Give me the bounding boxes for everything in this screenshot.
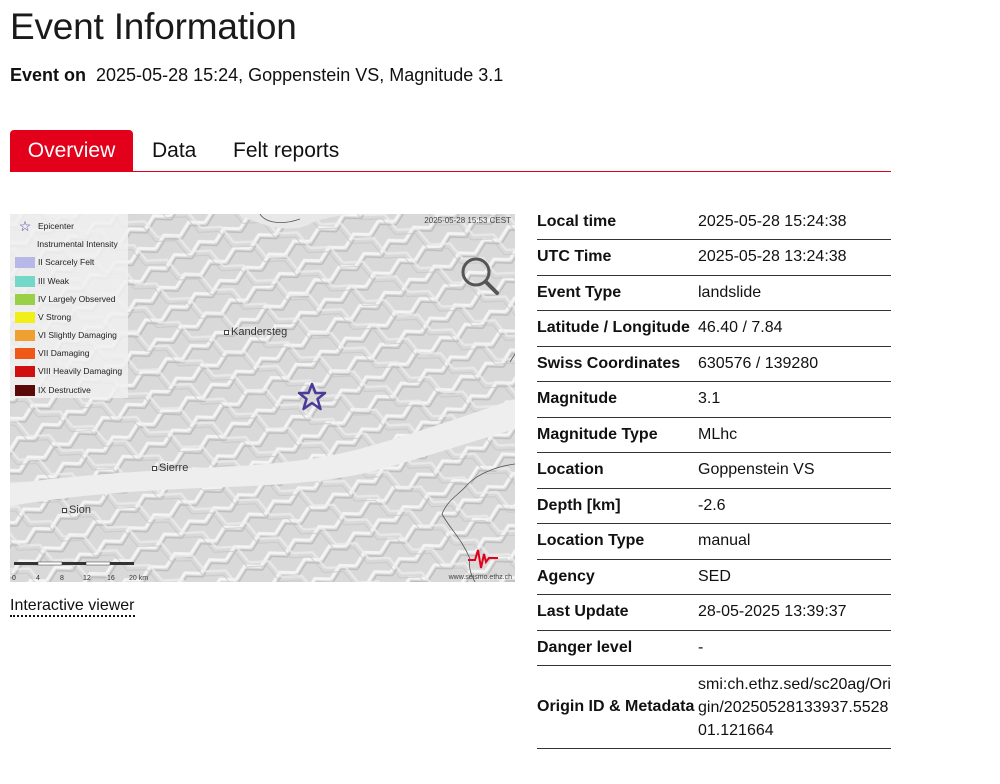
table-row: Location Goppenstein VS: [537, 452, 891, 489]
detail-key: Location: [537, 452, 698, 489]
legend-swatch: [15, 384, 35, 396]
legend-intensity-title: Instrumental Intensity: [37, 239, 118, 249]
table-row: Location Type manual: [537, 523, 891, 560]
scale-tick: 4: [36, 575, 40, 582]
legend-swatch: [15, 347, 35, 359]
tab-data[interactable]: Data: [152, 130, 196, 171]
detail-key: Event Type: [537, 275, 698, 311]
legend-item: III Weak: [15, 275, 69, 287]
detail-key: Latitude / Longitude: [537, 310, 698, 347]
legend-swatch: [15, 256, 35, 268]
detail-key: Magnitude: [537, 381, 698, 418]
epicenter-star-icon: [297, 382, 327, 411]
legend-item: IX Destructive: [15, 384, 91, 396]
detail-key: Magnitude Type: [537, 417, 698, 453]
detail-value: 2025-05-28 13:24:38: [698, 239, 891, 276]
detail-value: Goppenstein VS: [698, 452, 891, 489]
magnifier-icon[interactable]: [460, 256, 500, 296]
map-legend: ☆ Epicenter Instrumental Intensity II Sca…: [10, 214, 128, 398]
table-row: UTC Time 2025-05-28 13:24:38: [537, 239, 891, 276]
table-row: Swiss Coordinates 630576 / 139280: [537, 346, 891, 382]
legend-swatch: [15, 275, 35, 287]
event-label: Event on: [10, 65, 87, 85]
scale-tick: 16: [107, 575, 115, 582]
table-row: Origin ID & Metadata smi:ch.ethz.sed/sc20…: [537, 665, 891, 749]
detail-value: landslide: [698, 275, 891, 311]
detail-key: UTC Time: [537, 239, 698, 276]
intensity-map[interactable]: ☆ Epicenter Instrumental Intensity II Sca…: [10, 214, 515, 582]
place-sierre: Sierre: [152, 462, 188, 474]
detail-key: Danger level: [537, 630, 698, 666]
place-kandersteg: Kandersteg: [224, 326, 287, 338]
map-timestamp: 2025-05-28 15:53 CEST: [424, 216, 511, 225]
detail-value: 3.1: [698, 381, 891, 418]
event-details-table: Local time 2025-05-28 15:24:38 UTC Time 20…: [537, 204, 891, 749]
map-credit: www.seismo.ethz.ch: [448, 574, 512, 581]
detail-value: -2.6: [698, 488, 891, 524]
table-row: Latitude / Longitude 46.40 / 7.84: [537, 310, 891, 347]
detail-value: 46.40 / 7.84: [698, 310, 891, 347]
tab-overview[interactable]: Overview: [10, 130, 133, 171]
scale-tick: 12: [83, 575, 91, 582]
legend-item: IV Largely Observed: [15, 293, 115, 305]
legend-epicenter: ☆ Epicenter: [15, 218, 74, 234]
legend-swatch: [15, 293, 35, 305]
detail-key: Depth [km]: [537, 488, 698, 524]
legend-item: V Strong: [15, 311, 71, 323]
detail-value: MLhc: [698, 417, 891, 453]
detail-key: Agency: [537, 559, 698, 595]
detail-value: manual: [698, 523, 891, 560]
page-title: Event Information: [10, 6, 297, 47]
table-row: Danger level -: [537, 630, 891, 666]
detail-key: Origin ID & Metadata: [537, 665, 698, 749]
star-icon: ☆: [18, 218, 32, 234]
event-summary: Event on 2025-05-28 15:24, Goppenstein VS…: [10, 65, 503, 86]
table-row: Magnitude Type MLhc: [537, 417, 891, 453]
table-row: Depth [km] -2.6: [537, 488, 891, 524]
seismogram-logo-icon: [468, 549, 498, 569]
detail-value: 2025-05-28 15:24:38: [698, 204, 891, 240]
scale-bar: [14, 561, 134, 566]
detail-key: Last Update: [537, 594, 698, 631]
detail-key: Local time: [537, 204, 698, 240]
legend-item: VIII Heavily Damaging: [15, 365, 122, 377]
detail-value: SED: [698, 559, 891, 595]
tab-bar: Overview Data Felt reports: [10, 130, 891, 172]
table-row: Local time 2025-05-28 15:24:38: [537, 204, 891, 240]
legend-swatch: [15, 311, 35, 323]
table-row: Magnitude 3.1: [537, 381, 891, 418]
legend-swatch: [15, 365, 35, 377]
detail-value: smi:ch.ethz.sed/sc20ag/Origin/2025052813…: [698, 665, 891, 749]
legend-item: II Scarcely Felt: [15, 256, 94, 268]
scale-tick: 8: [60, 575, 64, 582]
detail-value: 630576 / 139280: [698, 346, 891, 382]
event-summary-text: 2025-05-28 15:24, Goppenstein VS, Magnit…: [96, 65, 504, 85]
table-row: Agency SED: [537, 559, 891, 595]
legend-swatch: [15, 329, 35, 341]
scale-tick: 0: [12, 575, 16, 582]
table-row: Event Type landslide: [537, 275, 891, 311]
legend-item: VI Slightly Damaging: [15, 329, 117, 341]
interactive-viewer-link[interactable]: Interactive viewer: [10, 597, 135, 617]
scale-tick: 20 km: [129, 575, 149, 582]
legend-item: VII Damaging: [15, 347, 90, 359]
tab-felt-reports[interactable]: Felt reports: [233, 130, 339, 171]
detail-key: Location Type: [537, 523, 698, 560]
table-row: Last Update 28-05-2025 13:39:37: [537, 594, 891, 631]
detail-value: 28-05-2025 13:39:37: [698, 594, 891, 631]
detail-value: -: [698, 630, 891, 666]
detail-key: Swiss Coordinates: [537, 346, 698, 382]
place-sion: Sion: [62, 504, 91, 516]
